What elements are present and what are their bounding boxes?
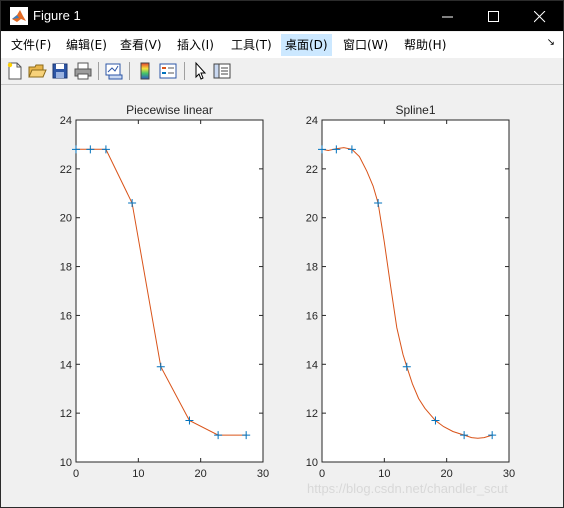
y-tick-label: 12 xyxy=(306,408,318,420)
property-inspector-icon[interactable] xyxy=(212,61,232,81)
close-button[interactable] xyxy=(517,1,563,31)
minimize-button[interactable] xyxy=(425,1,471,31)
y-tick-label: 14 xyxy=(306,359,318,371)
open-file-icon[interactable] xyxy=(27,61,47,81)
dock-arrow-icon[interactable]: ↘ xyxy=(547,37,555,48)
x-tick-label: 20 xyxy=(441,468,453,480)
x-tick-label: 0 xyxy=(73,468,79,480)
maximize-button[interactable] xyxy=(471,1,517,31)
y-tick-label: 10 xyxy=(306,457,318,469)
edit-plot-arrow-icon[interactable] xyxy=(190,61,210,81)
subplot-2: Spline10 10 20 301012141618202224 xyxy=(306,103,515,480)
y-tick-label: 20 xyxy=(60,213,72,225)
axes-title: Spline1 xyxy=(395,103,435,117)
toolbar xyxy=(1,58,563,85)
x-tick-label: 0 xyxy=(319,468,325,480)
watermark-text: https://blog.csdn.net/chandler_scut xyxy=(307,481,508,496)
colorbar-icon[interactable] xyxy=(135,61,155,81)
minimize-icon xyxy=(442,16,453,18)
y-tick-label: 22 xyxy=(60,164,72,176)
x-tick-label: 10 xyxy=(378,468,390,480)
matlab-logo-icon xyxy=(10,7,28,25)
menu-edit[interactable]: 编辑(E) xyxy=(62,34,111,56)
toolbar-separator xyxy=(184,62,185,80)
save-icon[interactable] xyxy=(50,61,70,81)
y-tick-label: 14 xyxy=(60,359,72,371)
toolbar-separator xyxy=(129,62,130,80)
menu-bar: 文件(F) 编辑(E) 查看(V) 插入(I) 工具(T) 桌面(D) 窗口(W… xyxy=(1,32,563,58)
x-tick-label: 20 xyxy=(195,468,207,480)
menu-desktop[interactable]: 桌面(D) xyxy=(281,34,332,56)
menu-insert[interactable]: 插入(I) xyxy=(173,34,218,56)
x-tick-label: 30 xyxy=(257,468,269,480)
y-tick-label: 18 xyxy=(60,262,72,274)
figure-canvas: Piecewise linear 0 10 20 30 10 12 14 16 18 20 22 24 S… xyxy=(1,85,563,507)
y-tick-label: 18 xyxy=(306,262,318,274)
close-icon xyxy=(534,11,546,23)
y-tick-label: 20 xyxy=(306,213,318,225)
title-bar[interactable]: Figure 1 xyxy=(1,1,563,31)
window-title: Figure 1 xyxy=(33,8,81,23)
y-tick-label: 24 xyxy=(60,115,72,127)
x-tick-label: 30 xyxy=(503,468,515,480)
subplot-1: Piecewise linear0 10 20 301012141618202224 xyxy=(60,103,269,480)
toolbar-separator xyxy=(98,62,99,80)
plots-canvas: Piecewise linear0 10 20 301012141618202224S… xyxy=(60,103,515,480)
link-plot-icon[interactable] xyxy=(104,61,124,81)
x-tick-label: 10 xyxy=(132,468,144,480)
y-tick-label: 22 xyxy=(306,164,318,176)
axes-box xyxy=(321,119,510,463)
print-icon[interactable] xyxy=(73,61,93,81)
y-tick-label: 10 xyxy=(60,457,72,469)
menu-window[interactable]: 窗口(W) xyxy=(339,34,392,56)
axes-title: Piecewise linear xyxy=(126,103,213,117)
new-figure-icon[interactable] xyxy=(5,61,25,81)
menu-file[interactable]: 文件(F) xyxy=(7,34,55,56)
y-tick-label: 12 xyxy=(60,408,72,420)
y-tick-label: 24 xyxy=(306,115,318,127)
y-tick-label: 16 xyxy=(306,310,318,322)
figure-window: Figure 1 文件(F) 编辑(E) 查看(V) 插入(I) 工具(T) 桌… xyxy=(0,0,564,508)
legend-icon[interactable] xyxy=(158,61,178,81)
axes-box xyxy=(75,119,264,463)
menu-tools[interactable]: 工具(T) xyxy=(227,34,276,56)
y-tick-label: 16 xyxy=(60,310,72,322)
menu-help[interactable]: 帮助(H) xyxy=(400,34,450,56)
maximize-icon xyxy=(488,11,499,22)
menu-view[interactable]: 查看(V) xyxy=(116,34,166,56)
